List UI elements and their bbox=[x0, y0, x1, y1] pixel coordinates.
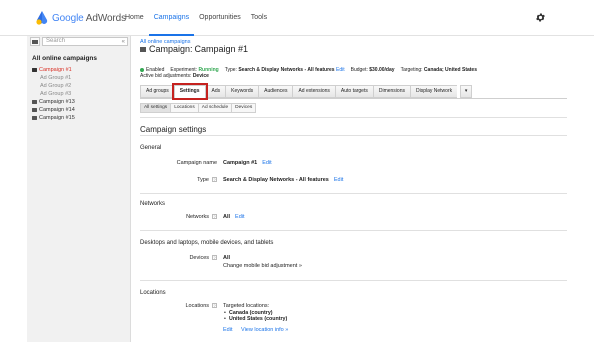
main-content: All online campaigns Campaign: Campaign … bbox=[131, 36, 567, 342]
locations-actions: Edit View location info » bbox=[223, 327, 288, 333]
tab-dimensions[interactable]: Dimensions bbox=[372, 85, 410, 98]
networks-section-title: Networks bbox=[140, 201, 166, 207]
divider bbox=[140, 193, 567, 194]
locations-edit-link[interactable]: Edit bbox=[223, 327, 232, 333]
change-mobile-bid-link[interactable]: Change mobile bid adjustment » bbox=[223, 263, 302, 269]
settings-subtabs: All settings Locations Ad schedule Devic… bbox=[140, 103, 257, 113]
folder-icon bbox=[32, 39, 38, 44]
tab-settings[interactable]: Settings bbox=[171, 83, 208, 100]
tree-item-label: Ad Group #3 bbox=[40, 91, 72, 97]
sidebar: Search « All online campaigns Campaign #… bbox=[27, 36, 131, 342]
targeted-locations-list: Canada (country) United States (country) bbox=[223, 310, 287, 322]
search-clear-icon[interactable]: « bbox=[122, 39, 125, 46]
tree-item-ad-group-1[interactable]: Ad Group #1 bbox=[32, 74, 128, 82]
view-location-info-link[interactable]: View location info » bbox=[241, 327, 288, 333]
nav-opportunities[interactable]: Opportunities bbox=[194, 0, 246, 36]
help-icon[interactable]: ? bbox=[212, 255, 217, 261]
divider bbox=[140, 135, 567, 136]
tree-item-ad-group-2[interactable]: Ad Group #2 bbox=[32, 82, 128, 90]
logo-text: Google AdWords bbox=[52, 12, 127, 24]
tree-item-label: Campaign #1 bbox=[39, 67, 72, 73]
campaign-folder-icon bbox=[140, 46, 146, 52]
status-dot-icon bbox=[140, 67, 144, 72]
search-placeholder: Search bbox=[46, 38, 66, 44]
targeted-locations-label: Targeted locations: bbox=[223, 303, 270, 309]
tab-ad-extensions[interactable]: Ad extensions bbox=[292, 85, 335, 98]
campaign-name-edit-link[interactable]: Edit bbox=[262, 160, 271, 166]
folder-button[interactable] bbox=[30, 37, 40, 46]
top-bar: Google AdWords Home Campaigns Opportunit… bbox=[0, 0, 594, 36]
campaign-tabs: Ad groups Settings Ads Keywords Audience… bbox=[140, 83, 473, 100]
devices-value: All bbox=[223, 255, 231, 261]
type-edit-link[interactable]: Edit bbox=[334, 177, 343, 183]
tree-item-campaign-13[interactable]: Campaign #13 bbox=[32, 98, 128, 106]
type-label: Type? bbox=[197, 177, 217, 183]
tab-display-network[interactable]: Display Network bbox=[409, 85, 458, 98]
campaign-folder-icon bbox=[32, 68, 37, 72]
devices-section-title: Desktops and laptops, mobile devices, an… bbox=[140, 240, 274, 246]
tree-item-campaign-15[interactable]: Campaign #15 bbox=[32, 114, 128, 122]
tree-item-label: Ad Group #1 bbox=[40, 75, 72, 81]
campaign-name-value: Campaign #1 Edit bbox=[223, 160, 272, 166]
tree-item-ad-group-3[interactable]: Ad Group #3 bbox=[32, 90, 128, 98]
title-prefix: Campaign: bbox=[149, 44, 193, 54]
tab-audiences[interactable]: Audiences bbox=[258, 85, 293, 98]
subtab-devices[interactable]: Devices bbox=[231, 103, 257, 113]
help-icon[interactable]: ? bbox=[212, 177, 217, 183]
main-nav: Home Campaigns Opportunities Tools bbox=[120, 0, 272, 36]
page-title: Campaign: Campaign #1 bbox=[140, 44, 248, 54]
more-tabs-dropdown-icon[interactable]: ▾ bbox=[460, 85, 473, 98]
locations-section-title: Locations bbox=[140, 290, 166, 296]
sidebar-title[interactable]: All online campaigns bbox=[32, 55, 97, 62]
tree-item-campaign-1[interactable]: Campaign #1 bbox=[32, 66, 128, 74]
divider bbox=[140, 230, 567, 231]
campaign-type-summary: Type: Search & Display Networks - All fe… bbox=[224, 67, 345, 73]
networks-value: All Edit bbox=[223, 214, 245, 220]
help-icon[interactable]: ? bbox=[212, 214, 217, 220]
tab-ad-groups[interactable]: Ad groups bbox=[140, 85, 174, 98]
bid-adjustments: Active bid adjustments: Device bbox=[140, 73, 209, 79]
campaign-name-label: Campaign name bbox=[176, 160, 217, 166]
help-icon[interactable]: ? bbox=[212, 303, 217, 309]
tab-auto-targets[interactable]: Auto targets bbox=[334, 85, 373, 98]
subtab-ad-schedule[interactable]: Ad schedule bbox=[197, 103, 232, 113]
divider bbox=[140, 280, 567, 281]
networks-label: Networks? bbox=[186, 214, 217, 220]
title-name: Campaign #1 bbox=[194, 44, 249, 54]
sidebar-toolbar: Search « bbox=[30, 37, 128, 47]
tree-item-label: Ad Group #2 bbox=[40, 83, 72, 89]
campaign-folder-icon bbox=[32, 108, 37, 112]
networks-edit-link[interactable]: Edit bbox=[235, 214, 244, 220]
nav-campaigns[interactable]: Campaigns bbox=[148, 0, 195, 36]
devices-label: Devices? bbox=[189, 255, 217, 261]
nav-home[interactable]: Home bbox=[120, 0, 149, 36]
tabs-divider bbox=[140, 98, 567, 99]
tree-item-label: Campaign #15 bbox=[39, 115, 75, 121]
tree-item-campaign-14[interactable]: Campaign #14 bbox=[32, 106, 128, 114]
location-item: United States (country) bbox=[223, 316, 287, 322]
type-value: Search & Display Networks - All features… bbox=[223, 177, 344, 183]
type-edit-link[interactable]: Edit bbox=[336, 67, 345, 73]
subtab-all-settings[interactable]: All settings bbox=[140, 103, 171, 113]
budget-summary: Budget: $30.00/day bbox=[350, 67, 395, 73]
campaign-tree: Campaign #1 Ad Group #1 Ad Group #2 Ad G… bbox=[32, 66, 128, 122]
campaign-folder-icon bbox=[32, 116, 37, 120]
tree-item-label: Campaign #14 bbox=[39, 107, 75, 113]
tree-item-label: Campaign #13 bbox=[39, 99, 75, 105]
targeting-summary: Targeting: Canada; United States bbox=[400, 67, 477, 73]
settings-heading: Campaign settings bbox=[140, 125, 207, 134]
sidebar-search-input[interactable]: Search « bbox=[42, 37, 128, 46]
general-section-title: General bbox=[140, 145, 162, 151]
nav-tools[interactable]: Tools bbox=[246, 0, 272, 36]
tab-keywords[interactable]: Keywords bbox=[225, 85, 259, 98]
subtab-locations[interactable]: Locations bbox=[170, 103, 198, 113]
campaign-folder-icon bbox=[32, 100, 37, 104]
locations-label: Locations? bbox=[185, 303, 217, 309]
gear-icon[interactable] bbox=[535, 12, 546, 23]
adwords-logo-icon bbox=[36, 11, 48, 25]
adwords-logo[interactable]: Google AdWords bbox=[36, 11, 126, 25]
tab-ads[interactable]: Ads bbox=[205, 85, 226, 98]
divider bbox=[140, 117, 567, 118]
